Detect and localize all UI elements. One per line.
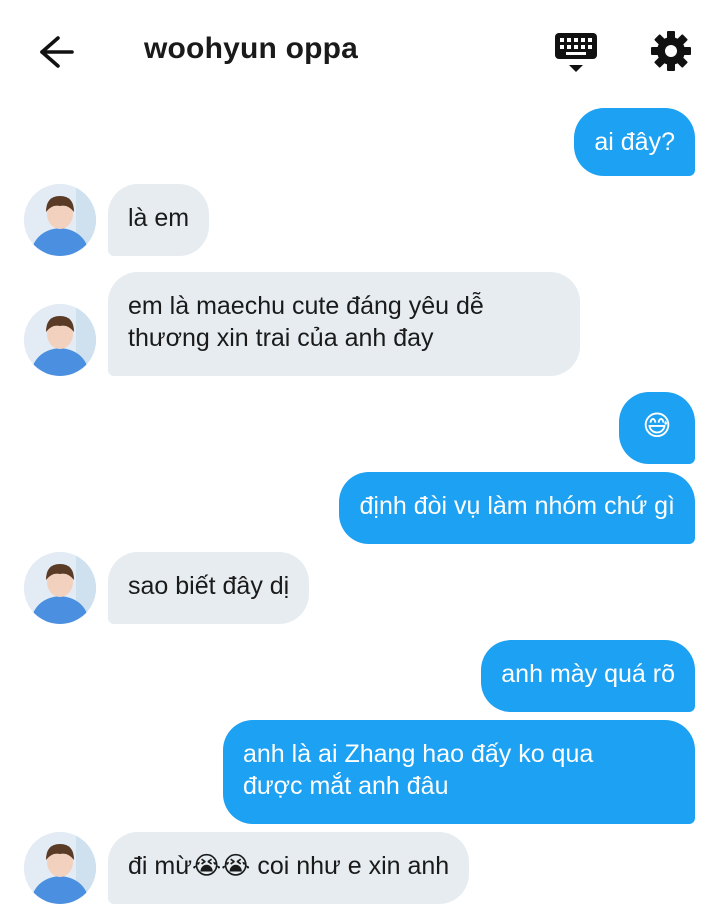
outgoing-message[interactable]: anh là ai Zhang hao đấy ko qua được mắt … [223,720,695,824]
avatar[interactable] [24,184,96,256]
chat-header: woohyun oppa [0,0,719,100]
gear-icon [651,31,691,71]
profile-photo [24,832,96,904]
incoming-message[interactable]: em là maechu cute đáng yêu dễ thương xin… [108,272,580,376]
back-button[interactable] [30,28,82,76]
avatar[interactable] [24,304,96,376]
profile-photo [24,184,96,256]
avatar[interactable] [24,832,96,904]
settings-button[interactable] [650,30,692,72]
arrow-left-icon [40,36,74,68]
conversation-title: woohyun oppa [144,32,359,65]
keyboard-icon [555,33,597,72]
outgoing-message[interactable]: anh mày quá rõ [481,640,695,712]
incoming-message[interactable]: là em [108,184,210,256]
outgoing-message[interactable]: định đòi vụ làm nhóm chứ gì [339,472,695,544]
keyboard-button[interactable] [553,30,599,76]
incoming-message[interactable]: đi mừ😭😭 coi như e xin anh [108,832,470,904]
profile-photo [24,304,96,376]
profile-photo [24,552,96,624]
outgoing-message[interactable]: 😅 [619,392,695,464]
incoming-message[interactable]: sao biết đây dị [108,552,310,624]
outgoing-message[interactable]: ai đây? [574,108,695,176]
avatar[interactable] [24,552,96,624]
